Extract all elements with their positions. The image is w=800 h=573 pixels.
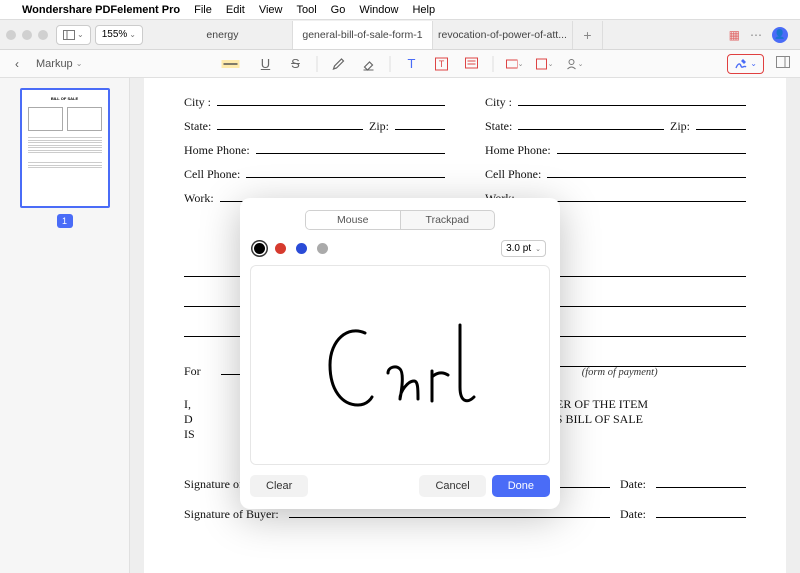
grid-icon[interactable]: ▦ bbox=[729, 28, 740, 42]
input-mode-segment: Mouse Trackpad bbox=[305, 210, 495, 230]
clear-button[interactable]: Clear bbox=[250, 475, 308, 497]
color-swatch-gray[interactable] bbox=[317, 243, 328, 254]
menu-edit[interactable]: Edit bbox=[226, 4, 245, 16]
mode-dropdown[interactable]: Markup ⌄ bbox=[30, 56, 88, 72]
color-swatch-red[interactable] bbox=[275, 243, 286, 254]
more-icon[interactable]: ⋯ bbox=[750, 28, 762, 42]
zoom-level-button[interactable]: 155% ⌄ bbox=[95, 25, 143, 45]
new-tab-button[interactable]: + bbox=[573, 21, 603, 49]
cancel-button[interactable]: Cancel bbox=[419, 475, 485, 497]
text-callout-tool[interactable]: T bbox=[433, 55, 451, 73]
window-titlebar: ⌄ 155% ⌄ energy general-bill-of-sale-for… bbox=[0, 20, 800, 50]
stamp-tool[interactable]: ⌄ bbox=[506, 55, 524, 73]
color-swatch-blue[interactable] bbox=[296, 243, 307, 254]
pencil-tool[interactable] bbox=[330, 55, 348, 73]
tab-energy[interactable]: energy bbox=[153, 21, 293, 49]
menu-help[interactable]: Help bbox=[412, 4, 435, 16]
menu-window[interactable]: Window bbox=[359, 4, 398, 16]
page-thumbnail-1[interactable]: BILL OF SALE bbox=[20, 88, 110, 208]
tab-bill-of-sale[interactable]: general-bill-of-sale-form-1 bbox=[293, 21, 433, 49]
stroke-width-select[interactable]: 3.0 pt ⌄ bbox=[501, 240, 546, 257]
eraser-tool[interactable] bbox=[360, 55, 378, 73]
done-button[interactable]: Done bbox=[492, 475, 550, 497]
window-controls[interactable] bbox=[6, 30, 56, 40]
tab-revocation[interactable]: revocation-of-power-of-att... bbox=[433, 21, 573, 49]
mac-menubar: Wondershare PDFelement Pro File Edit Vie… bbox=[0, 0, 800, 20]
textbox-tool[interactable]: T bbox=[403, 55, 421, 73]
handwritten-signature bbox=[300, 295, 500, 435]
sidebar-toggle-button[interactable]: ⌄ bbox=[56, 25, 91, 45]
highlight-tool[interactable] bbox=[217, 55, 245, 73]
thumbnail-sidebar: BILL OF SALE 1 bbox=[0, 78, 130, 573]
color-swatch-black[interactable] bbox=[254, 243, 265, 254]
markup-toolbar: ‹ Markup ⌄ U S T T ⌄ ⌄ ⌄ ⌄ bbox=[0, 50, 800, 78]
zoom-value: 155% bbox=[102, 29, 128, 40]
panel-toggle-icon[interactable] bbox=[772, 56, 794, 71]
page-number-badge: 1 bbox=[57, 214, 73, 228]
strikethrough-tool[interactable]: S bbox=[287, 55, 305, 73]
menu-tool[interactable]: Tool bbox=[296, 4, 316, 16]
profile-tool[interactable]: ⌄ bbox=[566, 55, 584, 73]
menu-view[interactable]: View bbox=[259, 4, 283, 16]
back-button[interactable]: ‹ bbox=[6, 54, 28, 74]
signature-tool[interactable]: ⌄ bbox=[727, 54, 764, 74]
segment-trackpad[interactable]: Trackpad bbox=[401, 211, 495, 229]
menu-file[interactable]: File bbox=[194, 4, 212, 16]
note-tool[interactable] bbox=[463, 55, 481, 73]
user-avatar[interactable]: 👤 bbox=[772, 27, 788, 43]
app-name[interactable]: Wondershare PDFelement Pro bbox=[22, 4, 180, 16]
svg-text:T: T bbox=[439, 59, 445, 69]
signature-dialog: Mouse Trackpad 3.0 pt ⌄ bbox=[240, 198, 560, 509]
segment-mouse[interactable]: Mouse bbox=[306, 211, 401, 229]
signature-canvas[interactable] bbox=[250, 265, 550, 465]
menu-go[interactable]: Go bbox=[331, 4, 346, 16]
underline-tool[interactable]: U bbox=[257, 55, 275, 73]
shape-tool[interactable]: ⌄ bbox=[536, 55, 554, 73]
